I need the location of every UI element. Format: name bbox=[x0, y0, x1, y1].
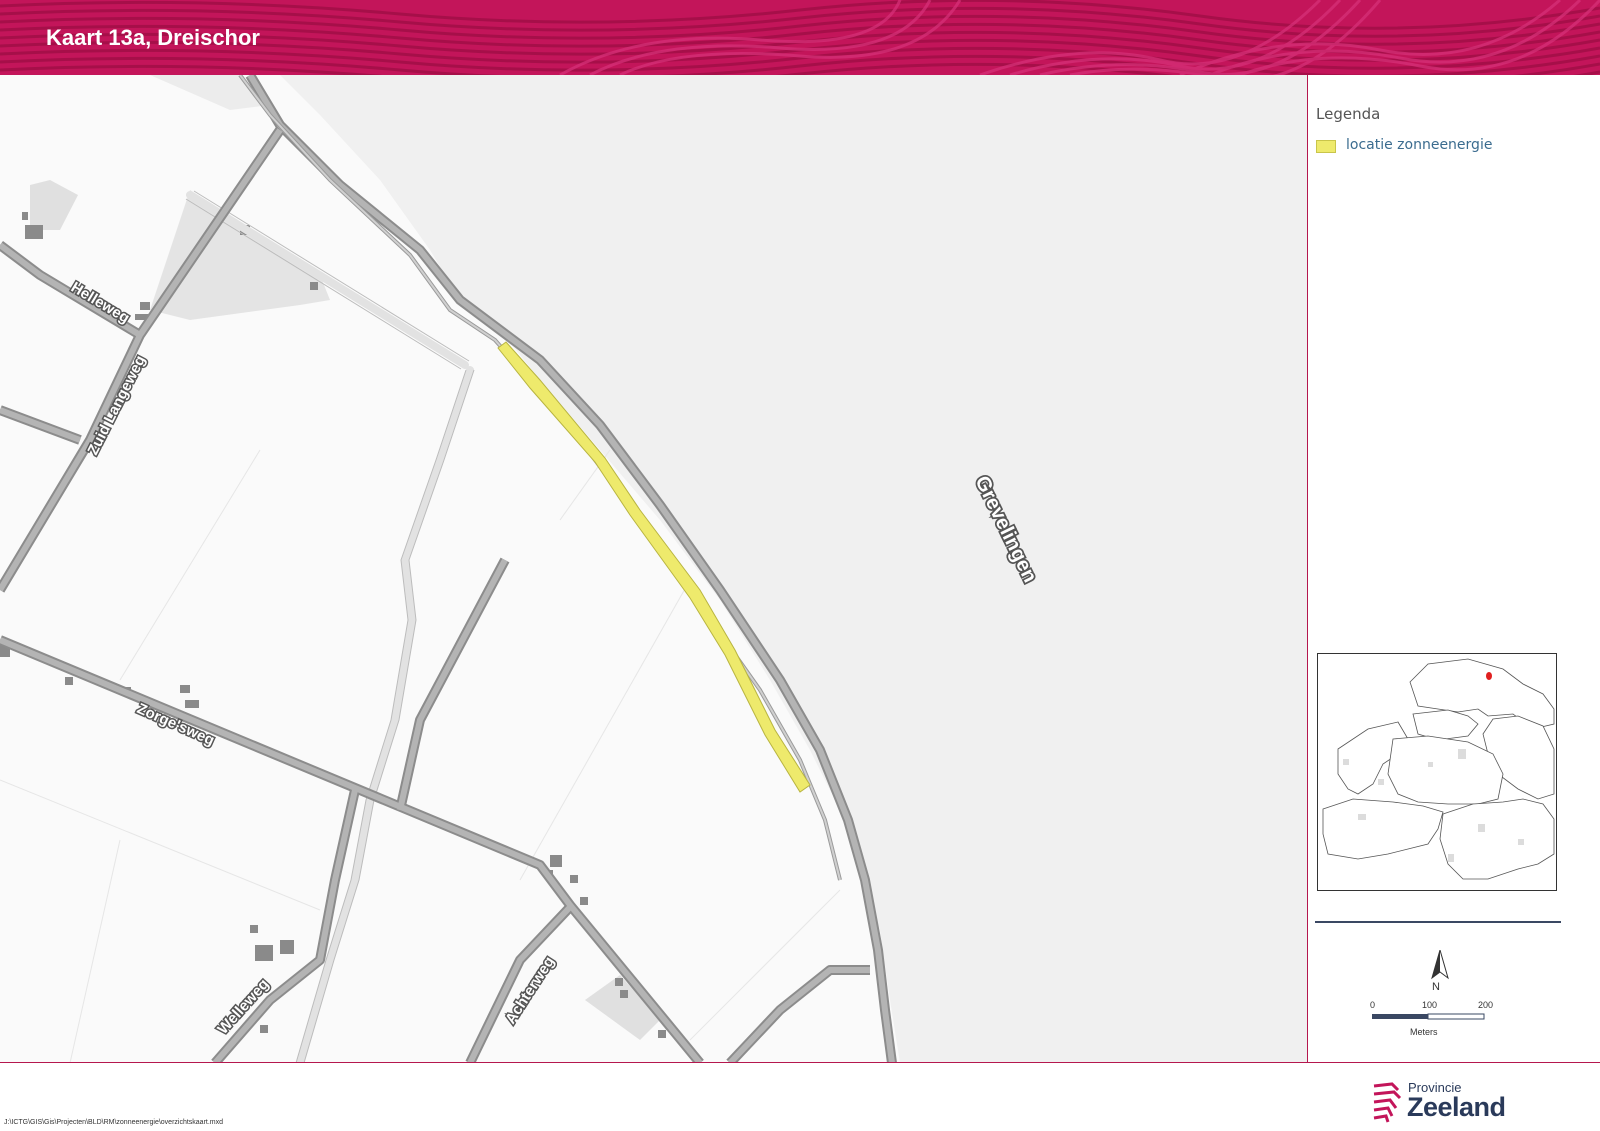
map-svg[interactable]: Helleweg Zuid Langeweg Zorge'sweg Wellew… bbox=[0, 75, 1307, 1063]
scale-unit: Meters bbox=[1410, 1027, 1438, 1037]
inset-svg bbox=[1318, 654, 1556, 890]
map-title: Kaart 13a, Dreischor bbox=[46, 25, 260, 50]
inset-location-marker bbox=[1486, 672, 1492, 680]
scale-bar: 0 100 200 Meters bbox=[1370, 1000, 1500, 1040]
file-path: J:\ICTG\GIS\Gis\Projecten\BLD\RM\zonneen… bbox=[4, 1119, 224, 1126]
legend-label-solar: locatie zonneenergie bbox=[1346, 137, 1493, 153]
bottom-rule bbox=[0, 1062, 1600, 1063]
legend-swatch-solar bbox=[1316, 140, 1336, 153]
map-header: Kaart 13a, Dreischor bbox=[0, 0, 1600, 75]
legend-panel: Legenda locatie zonneenergie N 0 100 200… bbox=[1307, 75, 1600, 1063]
zeeland-lion-icon bbox=[1373, 1082, 1402, 1123]
logo-line2: Zeeland bbox=[1407, 1092, 1506, 1122]
inset-overview-map[interactable] bbox=[1317, 653, 1557, 891]
scale-tick-0: 0 bbox=[1370, 1000, 1376, 1010]
legend-title: Legenda bbox=[1316, 105, 1381, 123]
north-label: N bbox=[1432, 981, 1440, 993]
scale-bar-graphic bbox=[1372, 1013, 1485, 1020]
provincie-zeeland-logo: Provincie Zeeland bbox=[1370, 1080, 1510, 1126]
map-canvas[interactable]: Helleweg Zuid Langeweg Zorge'sweg Wellew… bbox=[0, 75, 1307, 1063]
scale-tick-200: 200 bbox=[1478, 1000, 1494, 1010]
legend-divider bbox=[1315, 921, 1561, 923]
scale-tick-100: 100 bbox=[1422, 1000, 1438, 1010]
